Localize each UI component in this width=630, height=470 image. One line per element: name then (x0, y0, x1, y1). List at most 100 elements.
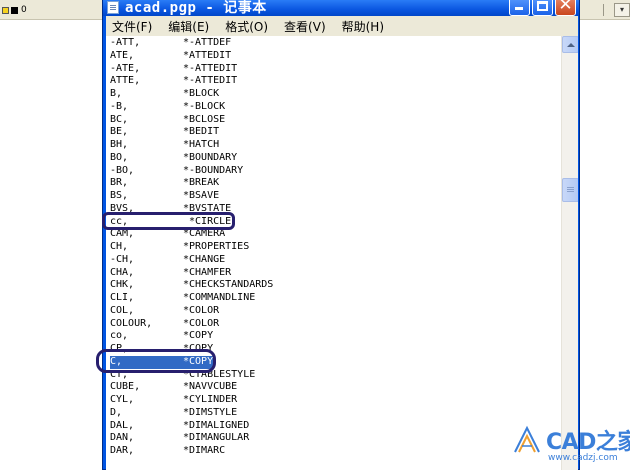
text-line[interactable]: D, *DIMSTYLE (110, 407, 273, 420)
command-name: *COLOR (183, 304, 220, 316)
text-editor[interactable]: -ATT, *-ATTDEF ATE, *ATTEDIT -ATE, *-ATTEDIT A… (106, 36, 578, 470)
minimize-button[interactable] (509, 0, 530, 16)
command-name: *-BLOCK (183, 100, 226, 112)
command-alias: BE, (110, 126, 129, 138)
text-line[interactable]: CHA, *CHAMFER (110, 267, 273, 280)
command-alias: CHA, (110, 266, 135, 278)
layer-color-swatch (11, 6, 18, 14)
scroll-thumb[interactable] (562, 178, 578, 202)
menu-file[interactable]: 文件(F) (112, 18, 152, 35)
command-alias: ATE, (110, 49, 135, 61)
command-alias: -ATT, (110, 37, 141, 48)
command-name: *DIMARC (183, 445, 226, 456)
maximize-button[interactable] (532, 0, 553, 16)
text-line[interactable]: -B, *-BLOCK (110, 101, 273, 114)
command-name: *BOUNDARY (183, 151, 238, 163)
text-line[interactable]: BC, *BCLOSE (110, 114, 273, 127)
text-line[interactable]: DAN, *DIMANGULAR (110, 432, 273, 445)
command-alias: CUBE, (110, 381, 141, 393)
command-name: *DIMANGULAR (183, 432, 250, 444)
text-line[interactable]: BE, *BEDIT (110, 126, 273, 139)
command-alias: B, (110, 88, 123, 99)
watermark-url: www.cadzj.com (548, 453, 618, 463)
text-line[interactable]: COL, *COLOR (110, 305, 273, 318)
text-line[interactable]: co, *COPY (110, 330, 273, 343)
dropdown-arrow-icon[interactable]: ▾ (614, 3, 630, 17)
command-name: *-ATTEDIT (183, 62, 238, 74)
command-alias: -B, (110, 100, 129, 112)
command-name: *NAVVCUBE (183, 381, 238, 393)
command-name: *BSAVE (183, 190, 220, 201)
menu-format[interactable]: 格式(O) (225, 18, 268, 35)
text-line[interactable]: -CH, *CHANGE (110, 254, 273, 267)
command-name: *CHANGE (183, 253, 226, 265)
text-line[interactable]: DAR, *DIMARC (110, 445, 273, 458)
command-alias: -BO, (110, 164, 135, 176)
text-line[interactable]: BR, *BREAK (110, 177, 273, 190)
text-line[interactable]: CYL, *CYLINDER (110, 394, 273, 407)
text-line[interactable]: CUBE, *NAVVCUBE (110, 381, 273, 394)
command-alias: D, (110, 406, 123, 418)
maximize-icon (537, 1, 548, 11)
command-name: *COLOR (183, 317, 220, 329)
text-line[interactable]: DAL, *DIMALIGNED (110, 420, 273, 433)
command-name: *COMMANDLINE (183, 292, 256, 303)
vertical-scrollbar[interactable] (561, 36, 578, 470)
command-alias: DAL, (110, 419, 135, 431)
command-name: *PROPERTIES (183, 241, 250, 252)
background-toolbar-right: ▾ (600, 2, 630, 18)
command-alias: -CH, (110, 253, 135, 265)
text-line[interactable]: BS, *BSAVE (110, 190, 273, 203)
command-alias: DAR, (110, 445, 135, 456)
text-line[interactable]: BO, *BOUNDARY (110, 152, 273, 165)
separator (603, 4, 611, 16)
text-line[interactable]: B, *BLOCK (110, 88, 273, 101)
text-line[interactable]: COLOUR, *COLOR (110, 318, 273, 331)
menu-bar: 文件(F) 编辑(E) 格式(O) 查看(V) 帮助(H) (106, 16, 578, 36)
notepad-window: acad.pgp - 记事本 ✕ 文件(F) 编辑(E) 格式(O) 查看(V)… (102, 0, 580, 470)
text-line[interactable]: CHK, *CHECKSTANDARDS (110, 279, 273, 292)
text-line[interactable]: BH, *HATCH (110, 139, 273, 152)
scroll-up-button[interactable] (562, 36, 578, 53)
sun-icon (2, 6, 9, 14)
command-alias: BR, (110, 177, 129, 189)
menu-view[interactable]: 查看(V) (284, 18, 326, 35)
text-line[interactable]: CLI, *COMMANDLINE (110, 292, 273, 305)
layer-control[interactable]: 0 (2, 3, 27, 17)
title-bar[interactable]: acad.pgp - 记事本 ✕ (103, 0, 579, 16)
close-button[interactable]: ✕ (555, 0, 576, 16)
command-name: *-ATTDEF (183, 37, 232, 48)
watermark: CAD之家 www.cadzj.com (508, 424, 630, 468)
command-name: *COPY (183, 330, 214, 342)
menu-edit[interactable]: 编辑(E) (168, 18, 209, 35)
menu-help[interactable]: 帮助(H) (342, 18, 384, 35)
command-name: *DIMALIGNED (183, 419, 250, 431)
text-line[interactable]: -ATT, *-ATTDEF (110, 37, 273, 50)
command-name: *ATTEDIT (183, 49, 232, 61)
text-line[interactable]: ATTE, *-ATTEDIT (110, 75, 273, 88)
text-line[interactable]: CH, *PROPERTIES (110, 241, 273, 254)
command-alias: BO, (110, 151, 129, 163)
command-alias: BH, (110, 139, 129, 150)
text-line[interactable]: CAM, *CAMERA (110, 228, 273, 241)
command-alias: BC, (110, 113, 129, 125)
command-name: *CHECKSTANDARDS (183, 279, 274, 291)
text-line[interactable]: -ATE, *-ATTEDIT (110, 63, 273, 76)
command-name: *BCLOSE (183, 113, 226, 125)
command-alias: CYL, (110, 394, 135, 405)
command-alias: BS, (110, 190, 129, 201)
command-name: *BEDIT (183, 126, 220, 138)
highlight-box-circle (102, 212, 235, 230)
command-name: *HATCH (183, 139, 220, 150)
command-name: *-ATTEDIT (183, 75, 238, 87)
command-alias: -ATE, (110, 62, 141, 74)
notepad-icon (107, 1, 119, 14)
command-alias: COLOUR, (110, 317, 153, 329)
text-line[interactable]: ATE, *ATTEDIT (110, 50, 273, 63)
window-controls: ✕ (509, 0, 576, 16)
watermark-brand: CAD之家 (546, 430, 630, 455)
command-name: *-BOUNDARY (183, 164, 244, 176)
minimize-icon (515, 7, 523, 10)
text-line[interactable]: -BO, *-BOUNDARY (110, 165, 273, 178)
command-alias: CHK, (110, 279, 135, 291)
